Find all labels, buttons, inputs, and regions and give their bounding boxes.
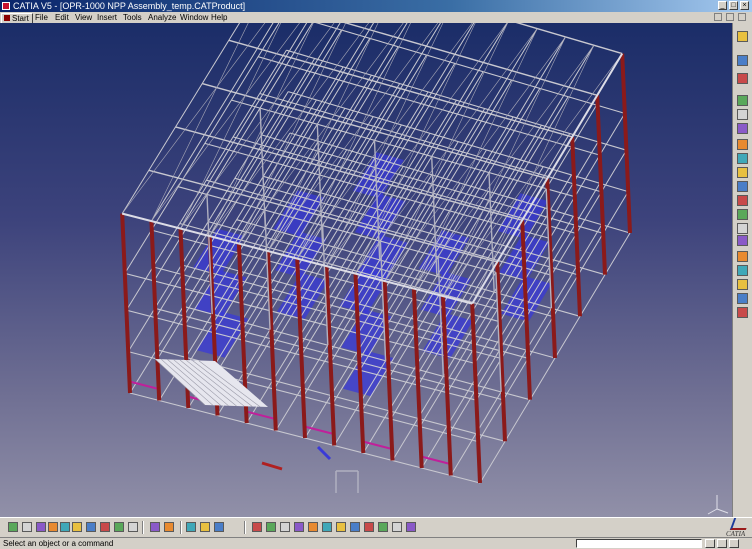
- menu-file[interactable]: File: [35, 12, 48, 23]
- insert-component-icon[interactable]: [737, 95, 748, 106]
- render-icon[interactable]: [406, 522, 416, 532]
- column[interactable]: [120, 213, 132, 394]
- catia-window: CATIA V5 - [OPR-1000 NPP Assembly_temp.C…: [0, 0, 752, 549]
- status-button-2[interactable]: [717, 539, 727, 548]
- swap-visible-icon[interactable]: [392, 522, 402, 532]
- catia-logo: CATIA: [726, 518, 751, 538]
- zoom-out-icon[interactable]: [322, 522, 332, 532]
- catalog-icon[interactable]: [186, 522, 196, 532]
- print-icon[interactable]: [48, 522, 58, 532]
- hide-show-icon[interactable]: [378, 522, 388, 532]
- fly-mode-icon[interactable]: [252, 522, 262, 532]
- fix-icon[interactable]: [737, 307, 748, 318]
- menu-help[interactable]: Help: [211, 12, 227, 23]
- steel-structure-model[interactable]: [0, 23, 732, 517]
- open-icon[interactable]: [22, 522, 32, 532]
- multi-instantiation-icon[interactable]: [737, 167, 748, 178]
- formula-icon[interactable]: [150, 522, 160, 532]
- secondary-member[interactable]: [362, 440, 393, 450]
- snap-icon[interactable]: [737, 235, 748, 246]
- replace-component-icon[interactable]: [737, 139, 748, 150]
- toolbar-separator: [180, 521, 182, 534]
- loose-member[interactable]: [261, 461, 283, 471]
- product-icon[interactable]: [737, 31, 748, 42]
- menu-insert[interactable]: Insert: [97, 12, 117, 23]
- minimize-button[interactable]: _: [718, 1, 727, 10]
- floor-plate[interactable]: [193, 228, 245, 275]
- graph-tree-icon[interactable]: [737, 153, 748, 164]
- doc-minimize-button[interactable]: [714, 13, 722, 21]
- status-button-1[interactable]: [705, 539, 715, 548]
- menu-edit[interactable]: Edit: [55, 12, 69, 23]
- menu-view[interactable]: View: [75, 12, 92, 23]
- start-icon: [4, 15, 10, 21]
- isometric-view-icon[interactable]: [350, 522, 360, 532]
- select-arrow-icon[interactable]: [737, 55, 748, 66]
- explode-icon[interactable]: [737, 251, 748, 262]
- roof-brace[interactable]: [180, 23, 311, 229]
- shading-icon[interactable]: [364, 522, 374, 532]
- column[interactable]: [149, 221, 162, 401]
- column[interactable]: [620, 53, 632, 234]
- measure-icon[interactable]: [200, 522, 210, 532]
- fast-multi-instantiation-icon[interactable]: [737, 181, 748, 192]
- redo-icon[interactable]: [114, 522, 124, 532]
- copy-icon[interactable]: [72, 522, 82, 532]
- secondary-member[interactable]: [420, 455, 451, 465]
- maximize-button[interactable]: □: [729, 1, 738, 10]
- comment-icon[interactable]: [164, 522, 174, 532]
- catia-app-icon[interactable]: [2, 2, 10, 10]
- right-toolbar: [732, 23, 752, 517]
- menu-window[interactable]: Window: [180, 12, 208, 23]
- menu-analyze[interactable]: Analyze: [148, 12, 176, 23]
- toolbar-separator: [244, 521, 246, 534]
- status-button-3[interactable]: [729, 539, 739, 548]
- status-message: Select an object or a command: [3, 539, 114, 548]
- doc-close-button[interactable]: [738, 13, 746, 21]
- roof-brace[interactable]: [151, 23, 282, 222]
- secondary-member[interactable]: [245, 410, 276, 420]
- rotate-view-icon[interactable]: [294, 522, 304, 532]
- menu-bar: Start File Edit View Insert Tools Analyz…: [0, 12, 752, 24]
- parts-icon[interactable]: [214, 522, 224, 532]
- status-bar: Select an object or a command: [0, 537, 752, 549]
- menu-start-label: Start: [12, 14, 29, 23]
- 3d-viewport[interactable]: [0, 23, 732, 517]
- bulb-icon[interactable]: [737, 293, 748, 304]
- bottom-toolbar: CATIA: [0, 517, 752, 538]
- manipulation-icon[interactable]: [737, 223, 748, 234]
- doc-restore-button[interactable]: [726, 13, 734, 21]
- update-icon[interactable]: [737, 279, 748, 290]
- insert-part-icon[interactable]: [737, 123, 748, 134]
- rotate-icon[interactable]: [737, 73, 748, 84]
- constraint-icon[interactable]: [737, 265, 748, 276]
- paste-icon[interactable]: [86, 522, 96, 532]
- roof-brace[interactable]: [442, 36, 566, 297]
- save-icon[interactable]: [36, 522, 46, 532]
- generate-numbering-icon[interactable]: [737, 209, 748, 220]
- insert-product-icon[interactable]: [737, 109, 748, 120]
- whats-this-icon[interactable]: [128, 522, 138, 532]
- secondary-member[interactable]: [129, 380, 159, 390]
- secondary-member[interactable]: [304, 425, 334, 435]
- cut-icon[interactable]: [60, 522, 70, 532]
- title-bar[interactable]: CATIA V5 - [OPR-1000 NPP Assembly_temp.C…: [0, 0, 752, 12]
- new-icon[interactable]: [8, 522, 18, 532]
- undo-icon[interactable]: [100, 522, 110, 532]
- loose-member[interactable]: [316, 445, 332, 461]
- menu-tools[interactable]: Tools: [123, 12, 142, 23]
- fit-all-icon[interactable]: [266, 522, 276, 532]
- normal-view-icon[interactable]: [336, 522, 346, 532]
- toolbar-separator: [142, 521, 144, 534]
- axis-compass-icon[interactable]: [707, 495, 729, 515]
- pan-icon[interactable]: [280, 522, 290, 532]
- window-title: CATIA V5 - [OPR-1000 NPP Assembly_temp.C…: [13, 1, 246, 11]
- close-button[interactable]: ×: [740, 1, 749, 10]
- reorder-icon[interactable]: [737, 195, 748, 206]
- command-input[interactable]: [576, 539, 702, 548]
- zoom-in-icon[interactable]: [308, 522, 318, 532]
